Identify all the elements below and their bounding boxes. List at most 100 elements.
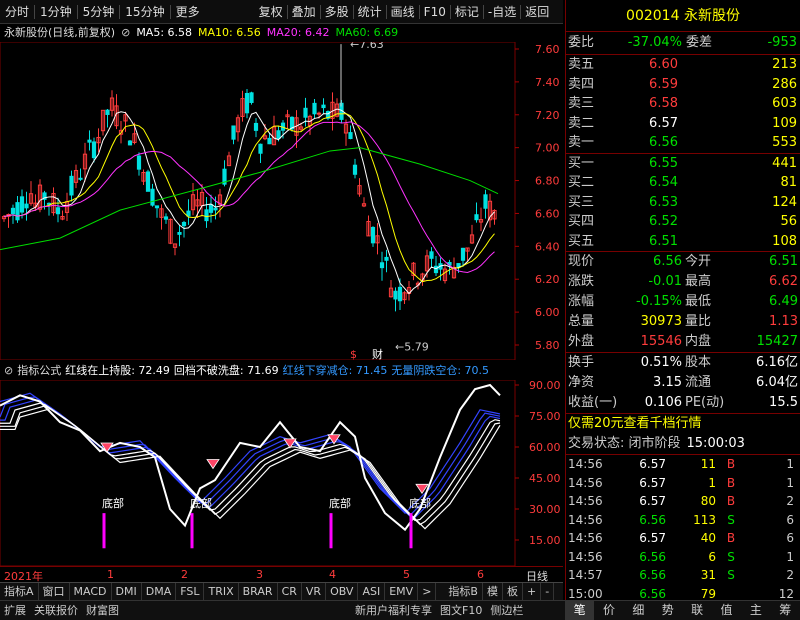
quote-value: 6.49 <box>769 294 798 309</box>
tab-template-1[interactable]: 模 <box>483 583 503 600</box>
tab-wealth-chart[interactable]: 财富图 <box>82 601 123 620</box>
quote-label: 内盘 <box>685 334 712 349</box>
tab-cr[interactable]: CR <box>278 583 302 600</box>
tab-minute[interactable]: 分时 <box>0 0 34 24</box>
tab-ticks[interactable]: 笔 <box>565 601 595 620</box>
tab-template-2[interactable]: 板 <box>503 583 523 600</box>
tab-trix[interactable]: TRIX <box>204 583 239 600</box>
tab-macd[interactable]: MACD <box>70 583 112 600</box>
tab-vr[interactable]: VR <box>302 583 327 600</box>
tab-sidebar[interactable]: 侧边栏 <box>486 601 527 620</box>
y-tick-label: 30.00 <box>529 503 561 516</box>
btn-remove-watchlist[interactable]: -自选 <box>484 0 520 24</box>
ask-row[interactable]: 卖二 6.57 109 <box>566 114 800 134</box>
zoom-out-button[interactable]: - <box>541 583 555 600</box>
tick-vol: 40 <box>700 531 716 545</box>
bid-row[interactable]: 买五 6.51 108 <box>566 232 800 252</box>
tab-trend[interactable]: 势 <box>653 601 682 620</box>
ask-row[interactable]: 卖一 6.56 553 <box>566 133 800 153</box>
btn-multistock[interactable]: 多股 <box>321 0 353 24</box>
tick-count: 2 <box>786 568 794 582</box>
indicator-chart[interactable]: 90.00 75.00 60.00 45.00 30.00 15.00 底部 底部 底部 底部 <box>0 380 563 566</box>
tab-extend[interactable]: 扩展 <box>0 601 30 620</box>
tab-indicator-b[interactable]: 指标B <box>444 583 483 600</box>
tab-1min[interactable]: 1分钟 <box>35 0 77 24</box>
tab-related-quotes[interactable]: 关联报价 <box>30 601 82 620</box>
zoom-in-button[interactable]: + <box>523 583 542 600</box>
tab-asi[interactable]: ASI <box>358 583 386 600</box>
candle-body <box>244 92 250 114</box>
btn-back[interactable]: 返回 <box>521 0 553 24</box>
tab-price[interactable]: 价 <box>594 601 623 620</box>
high-price-label: ←7.63 <box>350 42 384 51</box>
trading-status: 交易状态: 闭市阶段 15:00:03 <box>566 434 800 454</box>
candle-body <box>69 175 74 196</box>
candle-body <box>204 209 209 222</box>
tab-fsl[interactable]: FSL <box>176 583 205 600</box>
tab-emv[interactable]: EMV <box>385 583 419 600</box>
candle-body <box>348 132 353 140</box>
stats-label: 净资 <box>568 375 595 390</box>
btn-stats[interactable]: 统计 <box>354 0 386 24</box>
tick-price: 6.56 <box>639 549 666 564</box>
indicator-settings-icon[interactable]: ⊘ <box>4 362 13 380</box>
tab-indicator-a[interactable]: 指标A <box>0 583 39 600</box>
tab-main[interactable]: 主 <box>741 601 770 620</box>
tab-obv[interactable]: OBV <box>326 583 359 600</box>
candle-body <box>127 140 133 146</box>
bid-row[interactable]: 买一 6.55 441 <box>566 154 800 174</box>
y-tick-label: 15.00 <box>529 534 561 547</box>
quote-label: 涨幅 <box>568 294 595 309</box>
candlestick-chart[interactable]: 7.60 7.40 7.20 7.00 6.80 6.60 6.40 6.20 6.00 5.80… <box>0 42 563 360</box>
tab-new-user-welfare[interactable]: 新用户福利专享 <box>351 601 436 620</box>
quote-row: 涨幅 -0.15% 最低 6.49 <box>566 292 800 312</box>
tick-vol: 113 <box>693 512 716 527</box>
tab-value[interactable]: 值 <box>712 601 741 620</box>
btn-f10[interactable]: F10 <box>420 0 450 24</box>
tab-linked[interactable]: 联 <box>683 601 712 620</box>
tick-row: 14:56 6.56 113 S 6 <box>566 511 800 530</box>
tick-count: 2 <box>786 494 794 508</box>
tab-scroll-right[interactable]: > <box>418 583 437 600</box>
candle-body <box>91 141 97 159</box>
tab-15min[interactable]: 15分钟 <box>120 0 169 24</box>
bottom-signal-label: 底部 <box>102 496 124 510</box>
promo-link[interactable]: 仅需20元查看千档行情 <box>566 414 800 434</box>
candle-body <box>253 122 259 131</box>
bid-row[interactable]: 买二 6.54 81 <box>566 173 800 193</box>
tick-time: 14:56 <box>568 475 603 490</box>
bid-row[interactable]: 买四 6.52 56 <box>566 212 800 232</box>
ask-price: 6.58 <box>649 96 678 111</box>
tab-f10-graphic[interactable]: 图文F10 <box>436 601 486 620</box>
webi-value: -37.04% <box>627 35 682 50</box>
candle-body <box>145 171 151 192</box>
tab-more[interactable]: 更多 <box>171 0 205 24</box>
bottom-signal-label: 底部 <box>190 496 212 510</box>
tab-dma[interactable]: DMA <box>142 583 177 600</box>
candle-body <box>186 210 191 217</box>
stats-label: 收益(一) <box>568 395 618 410</box>
bid-vol: 56 <box>780 214 797 229</box>
indicator-value-2: 回档不破洗盘: 71.69 <box>173 364 279 377</box>
tab-detail[interactable]: 细 <box>624 601 653 620</box>
weicha-value: -953 <box>767 35 797 50</box>
quote-row: 涨跌 -0.01 最高 6.62 <box>566 272 800 292</box>
btn-mark[interactable]: 标记 <box>451 0 483 24</box>
candle-body <box>87 139 92 143</box>
bid-row[interactable]: 买三 6.53 124 <box>566 193 800 213</box>
ask-row[interactable]: 卖三 6.58 603 <box>566 94 800 114</box>
settings-icon[interactable]: ⊘ <box>121 24 130 42</box>
quote-label: 最高 <box>685 274 712 289</box>
tab-window[interactable]: 窗口 <box>39 583 70 600</box>
ask-row[interactable]: 卖五 6.60 213 <box>566 55 800 75</box>
btn-draw[interactable]: 画线 <box>387 0 419 24</box>
ask-row[interactable]: 卖四 6.59 286 <box>566 75 800 95</box>
tab-brar[interactable]: BRAR <box>239 583 278 600</box>
panel-tabs: 笔 价 细 势 联 值 主 筹 <box>565 600 800 620</box>
btn-overlay[interactable]: 叠加 <box>288 0 320 24</box>
tab-5min[interactable]: 5分钟 <box>78 0 120 24</box>
tab-chips[interactable]: 筹 <box>771 601 800 620</box>
tab-dmi[interactable]: DMI <box>112 583 142 600</box>
indicator-name[interactable]: 指标公式 <box>17 362 61 380</box>
btn-fuquan[interactable]: 复权 <box>255 0 287 24</box>
